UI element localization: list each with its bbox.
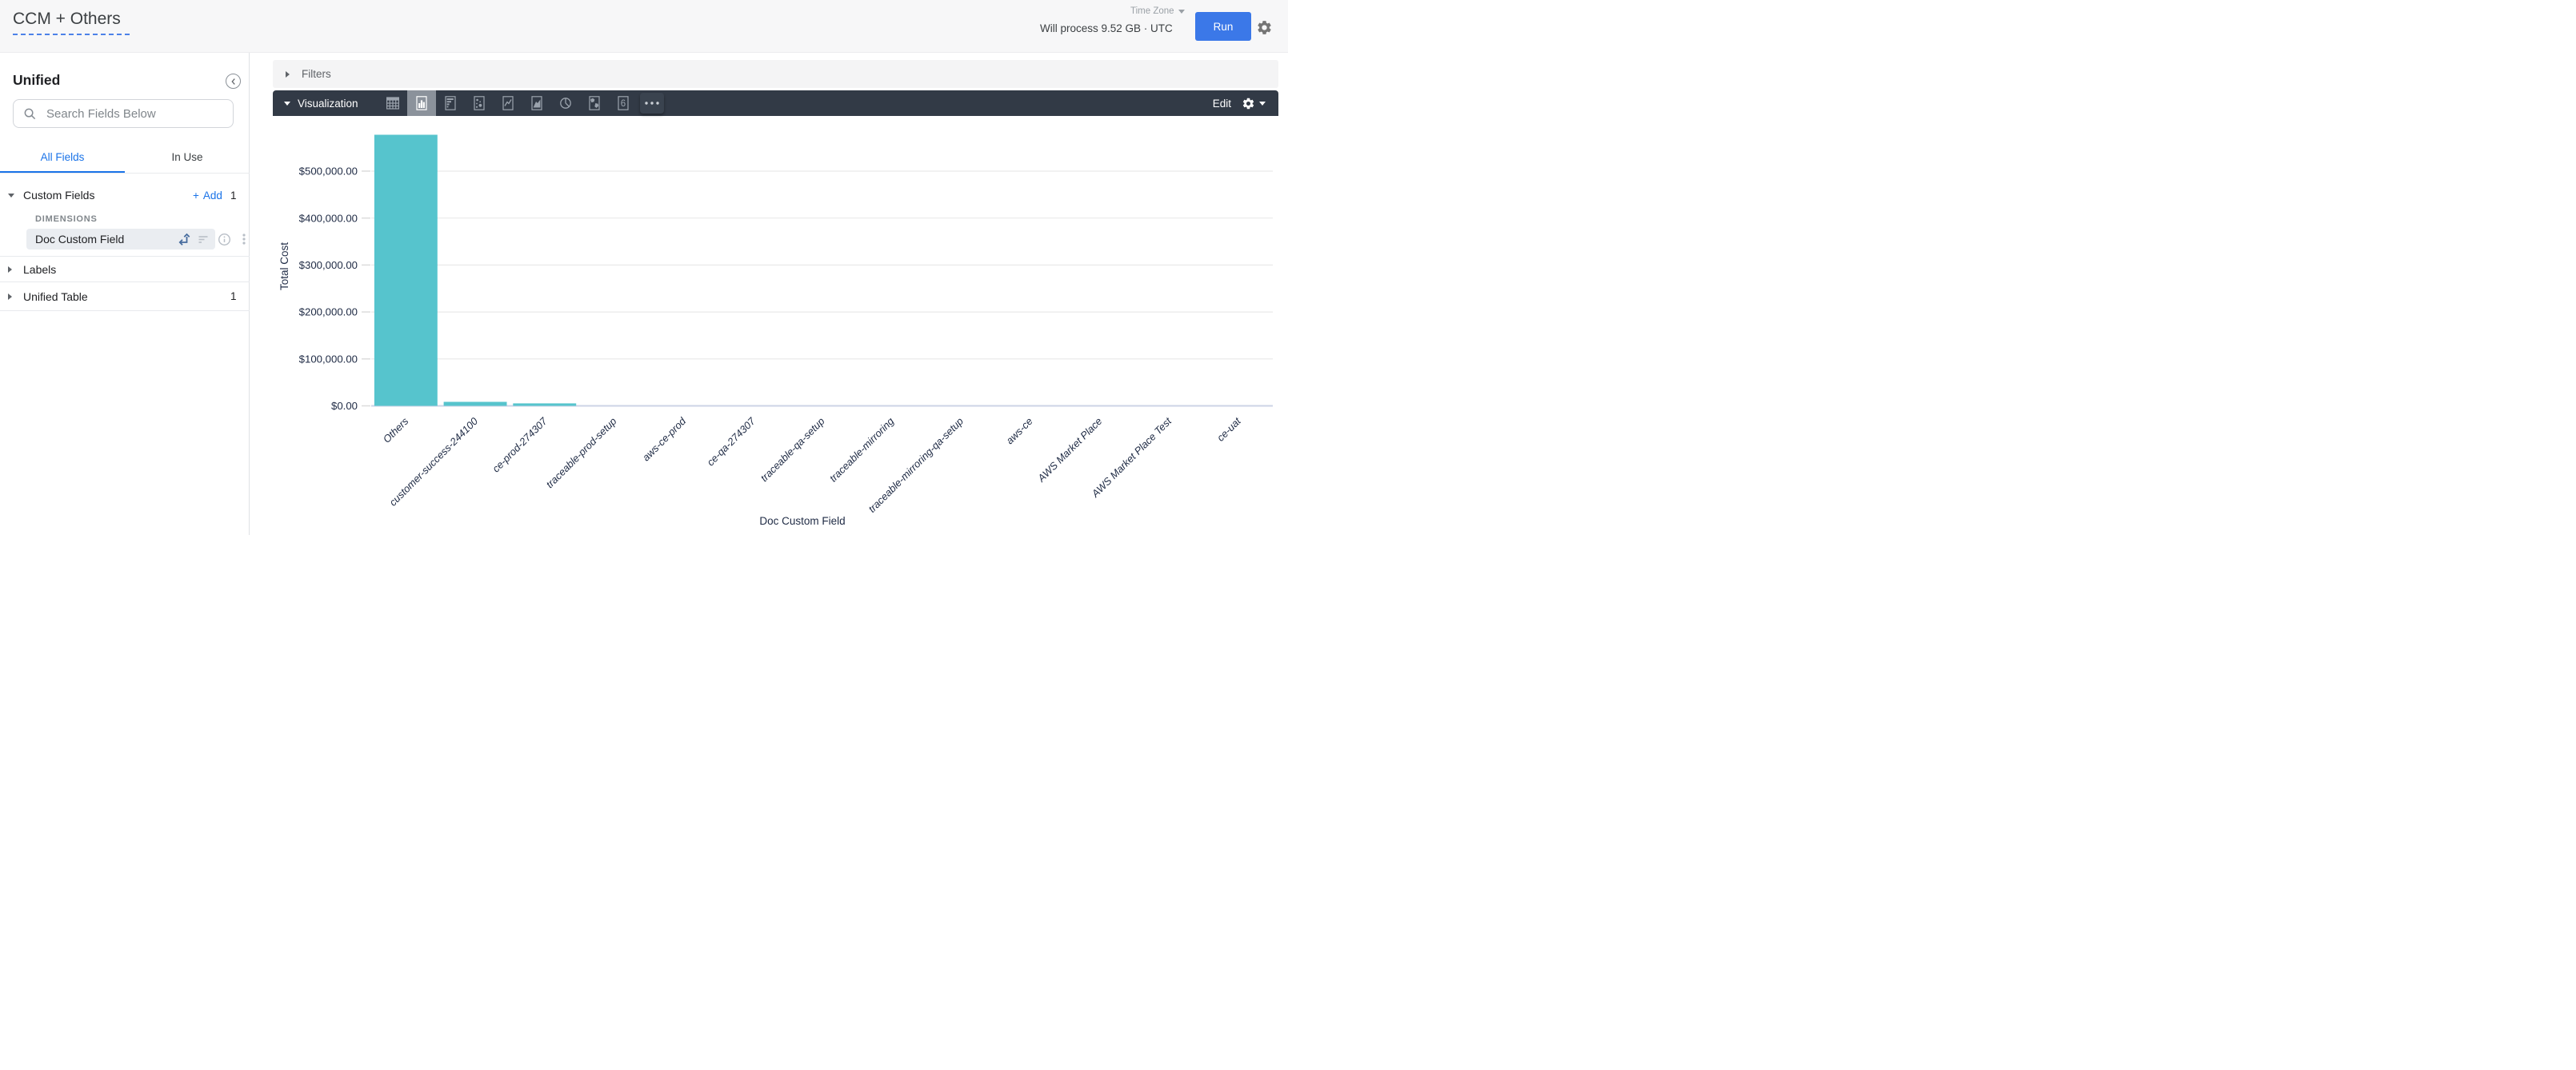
filter-icon[interactable] (196, 232, 210, 246)
viz-type-table-icon[interactable] (378, 90, 407, 116)
bar-chart: $0.00 $100,000.00 $200,000.00 $300,000.00 $4… (273, 116, 1278, 535)
add-label: Add (203, 190, 222, 202)
more-viz-options-icon (640, 93, 664, 114)
svg-text:traceable-mirroring: traceable-mirroring (827, 415, 897, 485)
svg-text:6: 6 (621, 99, 626, 109)
svg-text:$100,000.00: $100,000.00 (299, 353, 358, 365)
search-icon (23, 107, 37, 121)
caret-collapsed-icon[interactable] (8, 293, 12, 300)
timezone-label: Time Zone (1130, 6, 1174, 16)
svg-text:$200,000.00: $200,000.00 (299, 306, 358, 318)
viz-type-bar-icon[interactable] (436, 90, 465, 116)
tab-all-fields[interactable]: All Fields (0, 141, 125, 174)
fields-sidebar: Unified All Fields In Use Custom Fields … (0, 53, 250, 535)
caret-collapsed-icon[interactable] (8, 266, 12, 273)
svg-text:aws-ce-prod: aws-ce-prod (640, 414, 689, 463)
section-label: Custom Fields (23, 189, 94, 202)
visualization-label: Visualization (298, 98, 358, 110)
caret-collapsed-icon (286, 71, 290, 78)
viz-settings-menu[interactable] (1242, 97, 1266, 110)
search-input[interactable] (45, 106, 223, 122)
viz-type-pie-icon[interactable] (551, 90, 580, 116)
perspective-builder-page: CCM + Others Time Zone Will process 9.52… (0, 0, 1288, 535)
section-custom-fields[interactable]: Custom Fields + Add 1 (0, 187, 250, 203)
field-label: Doc Custom Field (35, 233, 124, 246)
divider (0, 310, 250, 311)
svg-text:Doc Custom Field: Doc Custom Field (759, 515, 845, 527)
caret-expanded-icon[interactable] (8, 194, 14, 198)
svg-text:Others: Others (381, 415, 411, 445)
plus-icon: + (193, 190, 199, 202)
svg-text:$0.00: $0.00 (331, 400, 358, 412)
timezone-selector[interactable]: Time Zone (1130, 6, 1185, 16)
section-labels[interactable]: Labels (0, 257, 250, 281)
viz-type-single_value-icon[interactable]: 6 (609, 90, 638, 116)
edit-button[interactable]: Edit (1213, 98, 1231, 110)
page-title[interactable]: CCM + Others (13, 10, 130, 35)
filters-expander[interactable]: Filters (273, 60, 1278, 88)
svg-text:ce-prod-274307: ce-prod-274307 (490, 414, 550, 474)
section-label: Unified Table (23, 290, 88, 303)
gear-icon (1242, 97, 1255, 110)
pivot-icon[interactable] (176, 232, 190, 246)
visualization-expander[interactable]: Visualization (284, 90, 358, 116)
divider (0, 173, 250, 174)
sidebar-tabs: All Fields In Use (0, 141, 250, 174)
dimensions-group-label: DIMENSIONS (35, 214, 98, 224)
caret-expanded-icon (284, 102, 290, 106)
viz-type-picker: 6 (378, 90, 666, 116)
svg-text:traceable-prod-setup: traceable-prod-setup (543, 415, 618, 490)
info-icon[interactable] (217, 232, 231, 246)
top-header: CCM + Others Time Zone Will process 9.52… (0, 0, 1288, 53)
section-count-badge: 1 (230, 190, 237, 202)
chevron-down-icon (1178, 10, 1185, 14)
viz-type-line-icon[interactable] (494, 90, 522, 116)
search-fields-box (13, 99, 234, 128)
svg-text:ce-uat: ce-uat (1214, 415, 1243, 444)
svg-text:$400,000.00: $400,000.00 (299, 212, 358, 224)
svg-text:traceable-qa-setup: traceable-qa-setup (758, 415, 827, 484)
svg-text:AWS Market Place Test: AWS Market Place Test (1089, 415, 1174, 501)
section-label: Labels (23, 263, 56, 276)
viz-type-scatter-icon[interactable] (465, 90, 494, 116)
viz-toolbar-actions: Edit (1213, 90, 1266, 116)
tab-in-use[interactable]: In Use (125, 141, 250, 174)
svg-text:$300,000.00: $300,000.00 (299, 259, 358, 271)
settings-gear-icon[interactable] (1256, 19, 1273, 36)
process-info: Will process 9.52 GB · UTC (1040, 22, 1173, 34)
chevron-down-icon (1259, 102, 1266, 106)
sidebar-title: Unified (13, 72, 60, 89)
viz-type-column-icon[interactable] (407, 90, 436, 116)
viz-type-map-icon[interactable] (580, 90, 609, 116)
section-count-badge: 1 (230, 290, 237, 302)
collapse-sidebar-button[interactable] (226, 74, 241, 89)
svg-text:$500,000.00: $500,000.00 (299, 166, 358, 178)
svg-text:aws-ce: aws-ce (1003, 415, 1034, 446)
viz-type-area-icon[interactable] (522, 90, 551, 116)
kebab-menu-icon[interactable] (237, 232, 251, 246)
section-unified-table[interactable]: Unified Table 1 (0, 282, 250, 310)
visualization-toolbar: Visualization 6 Edit (273, 90, 1278, 116)
svg-text:AWS Market Place: AWS Market Place (1034, 415, 1104, 485)
viz-type-more-icon[interactable] (638, 90, 666, 116)
add-custom-field-button[interactable]: + Add (193, 190, 222, 202)
filters-label: Filters (302, 68, 331, 80)
run-button[interactable]: Run (1195, 12, 1251, 41)
svg-text:Total Cost: Total Cost (278, 242, 290, 290)
svg-text:ce-qa-274307: ce-qa-274307 (704, 414, 758, 468)
